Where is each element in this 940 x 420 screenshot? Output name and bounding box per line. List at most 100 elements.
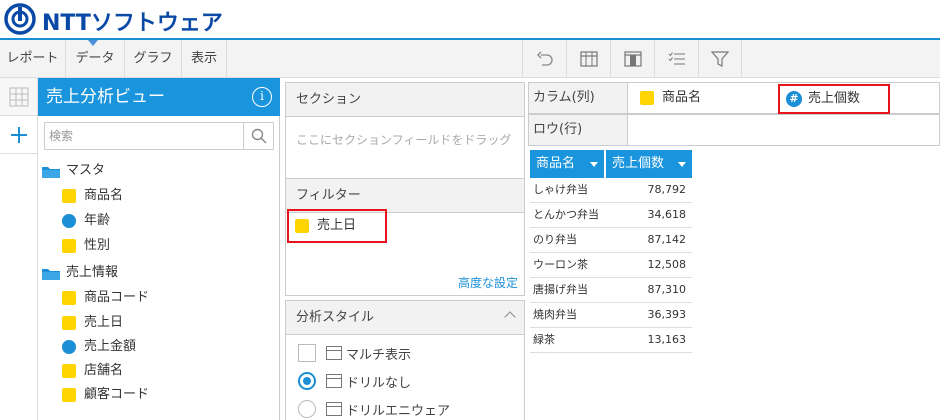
- field-label: 性別: [84, 238, 111, 253]
- multi-display-icon: [326, 346, 342, 360]
- cell-value: 34,618: [647, 208, 687, 221]
- filter-box: フィルター 売上日 高度な設定: [285, 178, 525, 296]
- folder-label: マスタ: [66, 163, 106, 178]
- menu-report[interactable]: レポート: [0, 40, 66, 77]
- cell-value: 78,792: [647, 183, 687, 196]
- table-icon: [579, 50, 598, 67]
- table-view-button[interactable]: [566, 40, 610, 77]
- multi-display-checkbox[interactable]: [298, 344, 316, 362]
- drill-none-radio[interactable]: [298, 372, 316, 390]
- folder-icon: [42, 166, 60, 178]
- table-row: 緑茶 13,163: [530, 328, 692, 353]
- columns-shelf[interactable]: 商品名 # 売上個数: [628, 82, 940, 114]
- cell-name: 唐揚げ弁当: [533, 283, 588, 296]
- section-box: セクション ここにセクションフィールドをドラッグ: [285, 82, 525, 186]
- field-label: 年齢: [84, 213, 111, 228]
- chevron-up-icon[interactable]: [504, 311, 516, 323]
- sort-caret-icon[interactable]: [590, 162, 598, 167]
- search-button[interactable]: [243, 123, 273, 149]
- field-item[interactable]: 売上金額: [62, 336, 136, 358]
- add-button[interactable]: [0, 116, 37, 154]
- table-row: しゃけ弁当 78,792: [530, 178, 692, 203]
- field-item[interactable]: 店舗名: [62, 360, 123, 382]
- drill-anywhere-icon: [326, 402, 342, 416]
- measure-icon: [62, 214, 76, 228]
- field-item[interactable]: 商品名: [62, 185, 123, 207]
- info-icon[interactable]: i: [252, 87, 272, 107]
- cell-name: しゃけ弁当: [533, 183, 588, 196]
- drill-anywhere-radio[interactable]: [298, 400, 316, 418]
- grid-icon: [9, 87, 28, 106]
- ntt-logo-icon: [4, 3, 36, 35]
- table-row: 唐揚げ弁当 87,310: [530, 278, 692, 303]
- column-chip-label: 商品名: [662, 90, 702, 105]
- search-icon: [251, 128, 266, 144]
- cell-value: 12,508: [647, 258, 687, 271]
- left-rail: [0, 78, 38, 420]
- grid-button[interactable]: [0, 78, 37, 116]
- analysis-style-box: 分析スタイル マルチ表示 ドリルなし ドリルエニウェア: [285, 300, 525, 420]
- report-area: カラム(列) 商品名 # 売上個数 ロウ(行) 商品名 売上個数 しゃけ弁当 7…: [528, 78, 940, 420]
- list-view-button[interactable]: [654, 40, 698, 77]
- drill-none-icon: [326, 374, 342, 388]
- cell-value: 87,310: [647, 283, 687, 296]
- active-menu-caret: [88, 40, 98, 46]
- field-item[interactable]: 性別: [62, 235, 110, 257]
- column-chip-product[interactable]: 商品名: [634, 85, 701, 111]
- drill-none-option[interactable]: ドリルなし: [298, 369, 411, 393]
- search-box: [44, 122, 274, 150]
- dimension-icon: [62, 316, 76, 330]
- filter-title: フィルター: [286, 179, 524, 213]
- section-drop-hint[interactable]: ここにセクションフィールドをドラッグ: [286, 117, 524, 148]
- column-view-button[interactable]: [610, 40, 654, 77]
- table-header-product[interactable]: 商品名: [530, 150, 604, 178]
- folder-sales[interactable]: 売上情報: [42, 262, 118, 284]
- dimension-icon: [62, 189, 76, 203]
- field-item[interactable]: 売上日: [62, 312, 123, 334]
- column-chip-label: 売上個数: [808, 91, 861, 106]
- field-label: 売上金額: [84, 339, 137, 354]
- field-item[interactable]: 顧客コード: [62, 384, 149, 406]
- field-label: 店舗名: [84, 363, 124, 378]
- menu-bar: レポート データ グラフ 表示: [0, 40, 940, 78]
- header-label: 商品名: [536, 156, 576, 171]
- analysis-style-title-text: 分析スタイル: [296, 310, 375, 325]
- field-label: 顧客コード: [84, 387, 150, 402]
- rows-shelf-label: ロウ(行): [528, 114, 628, 146]
- drill-anywhere-option[interactable]: ドリルエニウェア: [298, 397, 450, 420]
- filter-chip-label: 売上日: [317, 218, 357, 233]
- rows-shelf[interactable]: [628, 114, 940, 146]
- filter-button[interactable]: [698, 40, 742, 77]
- measure-hash-icon: #: [786, 91, 802, 107]
- cell-name: 緑茶: [533, 333, 555, 346]
- cell-name: 焼肉弁当: [533, 308, 577, 321]
- undo-button[interactable]: [522, 40, 566, 77]
- cell-name: ウーロン茶: [533, 258, 588, 271]
- cell-value: 87,142: [647, 233, 687, 246]
- folder-master[interactable]: マスタ: [42, 160, 105, 182]
- logo-text: NTTソフトウェア: [42, 11, 223, 36]
- menu-display[interactable]: 表示: [182, 40, 227, 77]
- search-input[interactable]: [45, 123, 243, 149]
- field-item[interactable]: 商品コード: [62, 287, 149, 309]
- cell-value: 13,163: [647, 333, 687, 346]
- multi-display-option[interactable]: マルチ表示: [298, 341, 411, 365]
- menu-graph[interactable]: グラフ: [125, 40, 182, 77]
- dimension-icon: [640, 91, 654, 105]
- drill-none-label: ドリルなし: [346, 375, 412, 391]
- field-item[interactable]: 年齢: [62, 210, 110, 232]
- filter-icon: [711, 50, 729, 67]
- undo-icon: [536, 51, 553, 66]
- folder-label: 売上情報: [66, 265, 119, 280]
- filter-chip[interactable]: 売上日: [287, 209, 387, 243]
- column-icon: [623, 50, 642, 67]
- measure-icon: [62, 340, 76, 354]
- sort-caret-icon[interactable]: [678, 162, 686, 167]
- dimension-icon: [62, 291, 76, 305]
- table-header-quantity[interactable]: 売上個数: [606, 150, 692, 178]
- advanced-settings-link[interactable]: 高度な設定: [458, 274, 518, 291]
- data-panel: 売上分析ビュー i マスタ 商品名 年齢 性別: [38, 78, 280, 420]
- column-chip-quantity[interactable]: # 売上個数: [778, 84, 890, 114]
- dimension-icon: [295, 219, 309, 233]
- panel-title-text: 売上分析ビュー: [46, 87, 165, 107]
